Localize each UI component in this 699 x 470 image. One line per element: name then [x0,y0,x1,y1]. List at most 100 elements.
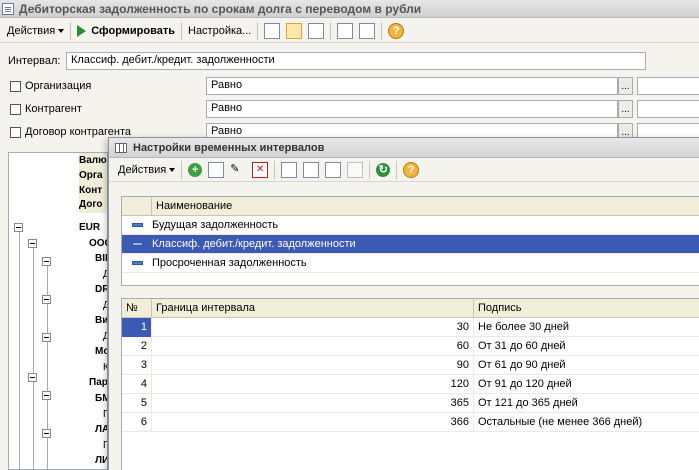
row-caption[interactable]: От 91 до 120 дней [474,375,699,394]
load-settings-icon[interactable] [337,22,354,39]
collapse-icon[interactable] [28,373,37,382]
generate-button[interactable]: Сформировать [74,21,178,41]
main-toolbar: Действия Сформировать Настройка... ? [0,19,699,43]
chart-icon[interactable] [264,22,281,39]
report-cell: БМ [95,393,107,404]
row-boundary[interactable]: 120 [152,374,474,394]
num-column-header: № [122,298,152,318]
delete-icon[interactable]: ✕ [252,161,269,178]
dots-button[interactable]: ... [618,77,633,95]
report-header-cell: Орга [79,170,103,181]
row-num: 2 [122,336,152,356]
toolbar-separator [181,21,182,40]
collapse-icon[interactable] [14,223,23,232]
toolbar-separator [396,160,398,179]
row-boundary[interactable]: 366 [152,412,474,432]
marker-column-header [122,197,152,215]
row-boundary[interactable]: 60 [152,336,474,356]
row-marker-icon [122,242,152,246]
filter-by-value-icon[interactable] [281,161,298,178]
filter-value-field[interactable] [637,77,699,95]
table-row[interactable]: 6 366 Остальные (не менее 366 дней) [122,412,699,432]
dialog-title: Настройки временных интервалов [133,141,325,154]
refresh-icon[interactable]: ↻ [376,162,391,177]
report-header-cell: Конт [79,185,103,196]
filter-label: Контрагент [25,103,82,115]
contract-checkbox[interactable] [10,126,21,138]
collapse-icon[interactable] [42,333,51,342]
table-header: Наименование [122,197,699,216]
window-titlebar: Дебиторская задолженность по срокам долг… [0,0,699,18]
table-row-selected[interactable]: Классиф. дебит./кредит. задолженности [122,235,699,254]
filter-value-field[interactable] [637,100,699,118]
report-icon [2,2,14,15]
kind-name: Классиф. дебит./кредит. задолженности [152,238,356,250]
row-caption[interactable]: От 31 до 60 дней [474,337,699,356]
table-row[interactable]: 4 120 От 91 до 120 дней [122,374,699,394]
organization-checkbox[interactable] [10,80,21,92]
row-marker-icon [122,261,152,265]
interval-kinds-table: Наименование Будущая задолженность Класс… [121,196,699,286]
dialog-actions-menu-button[interactable]: Действия [115,160,178,180]
row-num: 5 [122,393,152,413]
actions-menu-button[interactable]: Действия [4,21,67,41]
collapse-icon[interactable] [42,295,51,304]
table-view-icon[interactable] [308,22,325,39]
row-caption[interactable]: Остальные (не менее 366 дней) [474,413,699,432]
filter-icon[interactable] [303,161,320,178]
filter-condition-field[interactable]: Равно [206,77,618,95]
interval-field[interactable]: Классиф. дебит./кредит. задолженности [66,52,646,70]
table-row[interactable]: 5 365 От 121 до 365 дней [122,393,699,413]
row-caption[interactable]: Не более 30 дней [474,318,699,337]
interval-settings-dialog: Настройки временных интервалов Действия … [108,137,699,470]
row-num: 1 [122,317,152,337]
filter-row-counterparty: Контрагент Равно ... [10,100,699,118]
settings-button[interactable]: Настройка... [185,21,254,41]
dialog-actions-label: Действия [118,163,167,176]
collapse-icon[interactable] [28,239,37,248]
help-icon[interactable]: ? [388,22,405,39]
toolbar-separator [381,21,383,40]
actions-label: Действия [7,24,56,37]
clear-filter-icon[interactable] [347,161,364,178]
table-row[interactable]: 2 60 От 31 до 60 дней [122,336,699,356]
report-cell: ЛА [95,424,108,435]
filter-list-icon[interactable] [325,161,342,178]
counterparty-checkbox[interactable] [10,103,21,115]
table-row[interactable]: 3 90 От 61 до 90 дней [122,355,699,375]
tree-view-icon[interactable] [286,22,303,39]
help-icon[interactable]: ? [403,161,420,178]
kind-name: Будущая задолженность [152,219,279,231]
dots-button[interactable]: ... [618,100,633,118]
table-row[interactable]: 1 30 Не более 30 дней [122,317,699,337]
row-boundary[interactable]: 365 [152,393,474,413]
dialog-toolbar: Действия + ✎ ✕ ↻ ? [109,158,699,182]
chevron-down-icon [169,167,176,172]
collapse-icon[interactable] [42,257,51,266]
collapse-icon[interactable] [42,429,51,438]
table-row[interactable]: Просроченная задолженность [122,254,699,273]
filter-condition-field[interactable]: Равно [206,100,618,118]
report-cell: ЛИ [95,455,108,466]
report-tree: Валю Орга Конт Дого EUR ООС ВІІ Д DR Д В… [8,152,108,470]
tree-line [19,231,20,469]
interval-row: Интервал: Классиф. дебит./кредит. задолж… [8,52,646,70]
row-caption[interactable]: От 121 до 365 дней [474,394,699,413]
report-header-cell: Дого [79,199,103,210]
report-header-cell: Валю [79,155,107,166]
row-boundary[interactable]: 90 [152,355,474,375]
report-cell: Мо [95,346,107,357]
edit-pencil-icon[interactable]: ✎ [230,162,246,178]
table-header: № Граница интервала Подпись [122,298,699,318]
copy-icon[interactable] [208,161,225,178]
save-settings-icon[interactable] [359,22,376,39]
row-caption[interactable]: От 61 до 90 дней [474,356,699,375]
add-icon[interactable]: + [188,162,203,177]
table-row[interactable]: Будущая задолженность [122,216,699,235]
toolbar-separator [70,21,72,40]
window-title: Дебиторская задолженность по срокам долг… [19,1,422,16]
collapse-icon[interactable] [42,391,51,400]
filter-label: Организация [25,80,92,92]
row-boundary[interactable]: 30 [152,317,474,337]
boundary-column-header: Граница интервала [152,298,474,318]
